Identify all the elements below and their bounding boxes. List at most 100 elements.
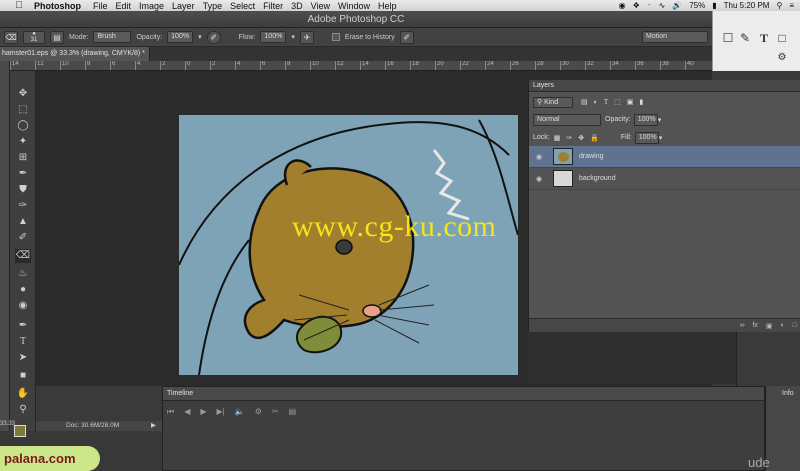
dodge-tool-icon[interactable]: ◉ [15,299,31,313]
marquee-tool-icon[interactable]: ⬚ [15,103,31,117]
eraser-preset-icon[interactable]: ⌫ [4,30,18,44]
fill-dropdown-icon[interactable]: ▾ [659,134,663,142]
type-filter-icon[interactable]: T [604,98,608,106]
hand-tool-icon[interactable]: ✋ [15,387,31,401]
lock-all-icon[interactable]: 🔒 [590,134,599,142]
square-icon[interactable]: □ [775,31,789,45]
mode-select[interactable]: Brush [93,31,132,43]
info-tab[interactable]: Info [782,390,794,397]
menubar-clock[interactable]: Thu 5:20 PM [724,1,770,10]
layer-opacity-field[interactable]: 100% [633,113,658,126]
move-tool-icon[interactable]: ✥ [15,87,31,101]
lock-paint-icon[interactable]: ✑ [566,134,572,142]
zoom-level[interactable]: 33.33 [0,421,15,431]
status-arrow-icon[interactable]: ▶ [151,421,156,431]
menu-layer[interactable]: Layer [172,1,195,11]
blend-mode-select[interactable]: Normal [533,113,601,126]
adjustment-layer-icon[interactable]: ◐ [781,322,785,329]
document-tab[interactable]: hamster01.eps @ 33.3% (drawing, CMYK/8) … [0,47,150,61]
menu-view[interactable]: View [311,1,330,11]
flow-field[interactable]: 100% [260,31,287,43]
new-group-icon[interactable]: □ [793,322,797,329]
blur-tool-icon[interactable]: ● [15,283,31,297]
type-tool-icon[interactable]: T [15,335,31,349]
settings-icon[interactable]: ⚙ [255,407,262,417]
notification-icon[interactable]: ◉ [619,1,626,10]
split-icon[interactable]: ✂ [272,407,279,417]
layer-opacity-dropdown-icon[interactable]: ▾ [658,116,662,124]
lock-transparent-icon[interactable]: ▦ [554,134,561,142]
menu-filter[interactable]: Filter [263,1,283,11]
next-frame-icon[interactable]: ▶| [217,407,225,417]
pen-tool-icon[interactable]: ✒ [15,319,31,333]
first-frame-icon[interactable]: ⏮ [167,407,174,417]
menu-image[interactable]: Image [139,1,164,11]
history-brush-tool-icon[interactable]: ✐ [15,231,31,245]
eyedropper-tool-icon[interactable]: ✒ [15,167,31,181]
magic-wand-tool-icon[interactable]: ✦ [15,135,31,149]
layer-mask-icon[interactable]: ▣ [766,322,773,330]
opacity-dropdown-icon[interactable]: ▾ [198,33,202,41]
zoom-tool-icon[interactable]: ⚲ [15,403,31,417]
visibility-eye-icon[interactable]: ◉ [529,175,549,183]
previous-frame-icon[interactable]: ◀ [184,407,190,417]
brush-tool-icon[interactable]: ✑ [15,199,31,213]
layer-row-drawing[interactable]: ◉ drawing [529,146,800,168]
opacity-field[interactable]: 100% [167,31,194,43]
text-icon[interactable]: T [757,31,771,45]
link-layers-icon[interactable]: ∞ [739,322,744,329]
checkbox-icon[interactable]: ☐ [721,31,735,45]
apple-icon[interactable]:  [10,0,28,11]
doc-size[interactable]: Doc: 30.6M/28.0M [66,422,119,429]
airbrush-icon[interactable]: ✈ [299,30,314,44]
dropbox-icon[interactable]: ❖ [633,1,640,10]
volume-icon[interactable]: 🔊 [672,1,682,10]
menu-type[interactable]: Type [203,1,223,11]
fill-field[interactable]: 100% [634,131,659,144]
play-icon[interactable]: ▶ [200,407,206,417]
menu-select[interactable]: Select [230,1,255,11]
menu-3d[interactable]: 3D [291,1,303,11]
shape-filter-icon[interactable]: ⬚ [614,98,621,106]
lock-position-icon[interactable]: ✥ [578,134,584,142]
pressure-size-icon[interactable]: ✐ [399,30,414,44]
menu-app-photoshop[interactable]: Photoshop [34,1,81,11]
audio-icon[interactable]: 🔈 [235,407,245,417]
clone-stamp-tool-icon[interactable]: ▲ [15,215,31,229]
wifi-icon[interactable]: ∿ [659,1,666,10]
smart-object-filter-icon[interactable]: ▣ [627,98,634,106]
brush-panel-icon[interactable]: ▤ [50,30,64,44]
crop-tool-icon[interactable]: ⊞ [15,151,31,165]
visibility-eye-icon[interactable]: ◉ [529,153,549,161]
layer-row-background[interactable]: ◉ background [529,168,800,190]
paint-bucket-tool-icon[interactable]: ♨ [15,267,31,281]
menu-window[interactable]: Window [338,1,370,11]
pixel-filter-icon[interactable]: ▤ [581,98,588,106]
layer-name[interactable]: background [579,175,616,182]
edit-icon[interactable]: ✎ [738,31,752,45]
menu-file[interactable]: File [93,1,108,11]
spotlight-icon[interactable]: ⚲ [776,1,782,10]
workspace-switcher[interactable]: Motion [642,31,708,43]
battery-icon[interactable]: ▮ [712,1,716,10]
eraser-tool-icon[interactable]: ⌫ [15,249,31,263]
erase-to-history-checkbox[interactable] [331,33,340,41]
adjustment-filter-icon[interactable]: ◐ [594,99,598,106]
healing-brush-tool-icon[interactable]: ⛊ [15,183,31,197]
filter-toggle-icon[interactable]: ▮ [639,98,643,106]
layer-name[interactable]: drawing [579,153,604,160]
foreground-color-swatch[interactable] [14,425,26,437]
menu-edit[interactable]: Edit [116,1,132,11]
gear-icon[interactable]: ⚙ [775,51,789,65]
flow-dropdown-icon[interactable]: ▾ [291,33,295,41]
layer-style-icon[interactable]: fx [752,322,757,329]
transition-icon[interactable]: ▤ [289,407,297,417]
list-icon[interactable]: ≡ [789,1,794,10]
path-selection-tool-icon[interactable]: ➤ [15,351,31,365]
document-canvas[interactable] [179,115,518,375]
menu-help[interactable]: Help [378,1,397,11]
pressure-opacity-icon[interactable]: ✐ [206,30,221,44]
brush-size-picker[interactable]: ● 31 [23,30,45,44]
filter-kind-select[interactable]: ⚲ Kind [533,96,573,108]
bluetooth-icon[interactable]: ᛫ [647,1,652,10]
